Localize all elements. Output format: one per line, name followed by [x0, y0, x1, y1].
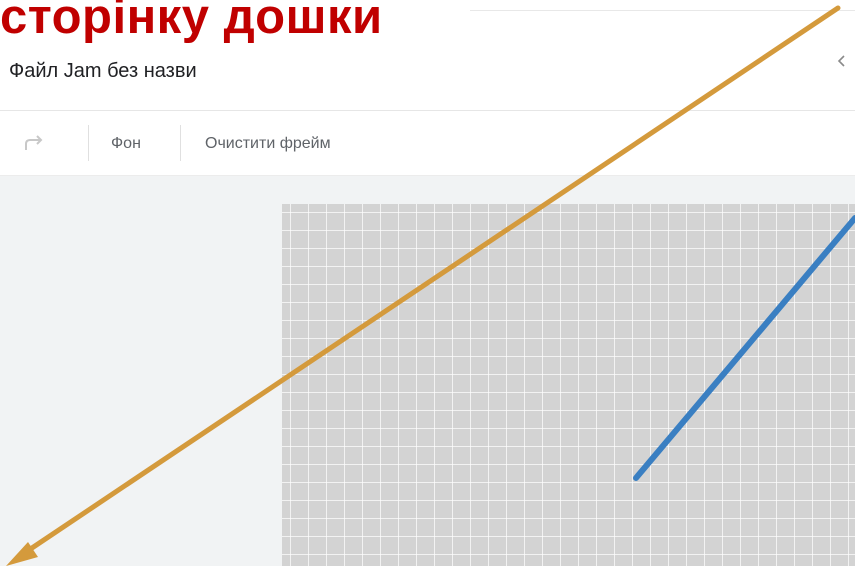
clear-frame-button[interactable]: Очистити фрейм — [205, 133, 331, 155]
chevron-left-icon[interactable] — [832, 50, 852, 72]
file-title[interactable]: Файл Jam без назви — [9, 60, 197, 83]
redo-icon[interactable] — [22, 131, 48, 155]
toolbar-divider — [180, 125, 181, 161]
overlay-heading: сторінку дошки — [0, 0, 383, 44]
header-divider-line — [470, 10, 855, 11]
toolbar: Фон Очистити фрейм — [0, 111, 855, 176]
background-button[interactable]: Фон — [111, 133, 141, 155]
toolbar-divider — [88, 125, 89, 161]
board-frame[interactable] — [282, 204, 855, 566]
